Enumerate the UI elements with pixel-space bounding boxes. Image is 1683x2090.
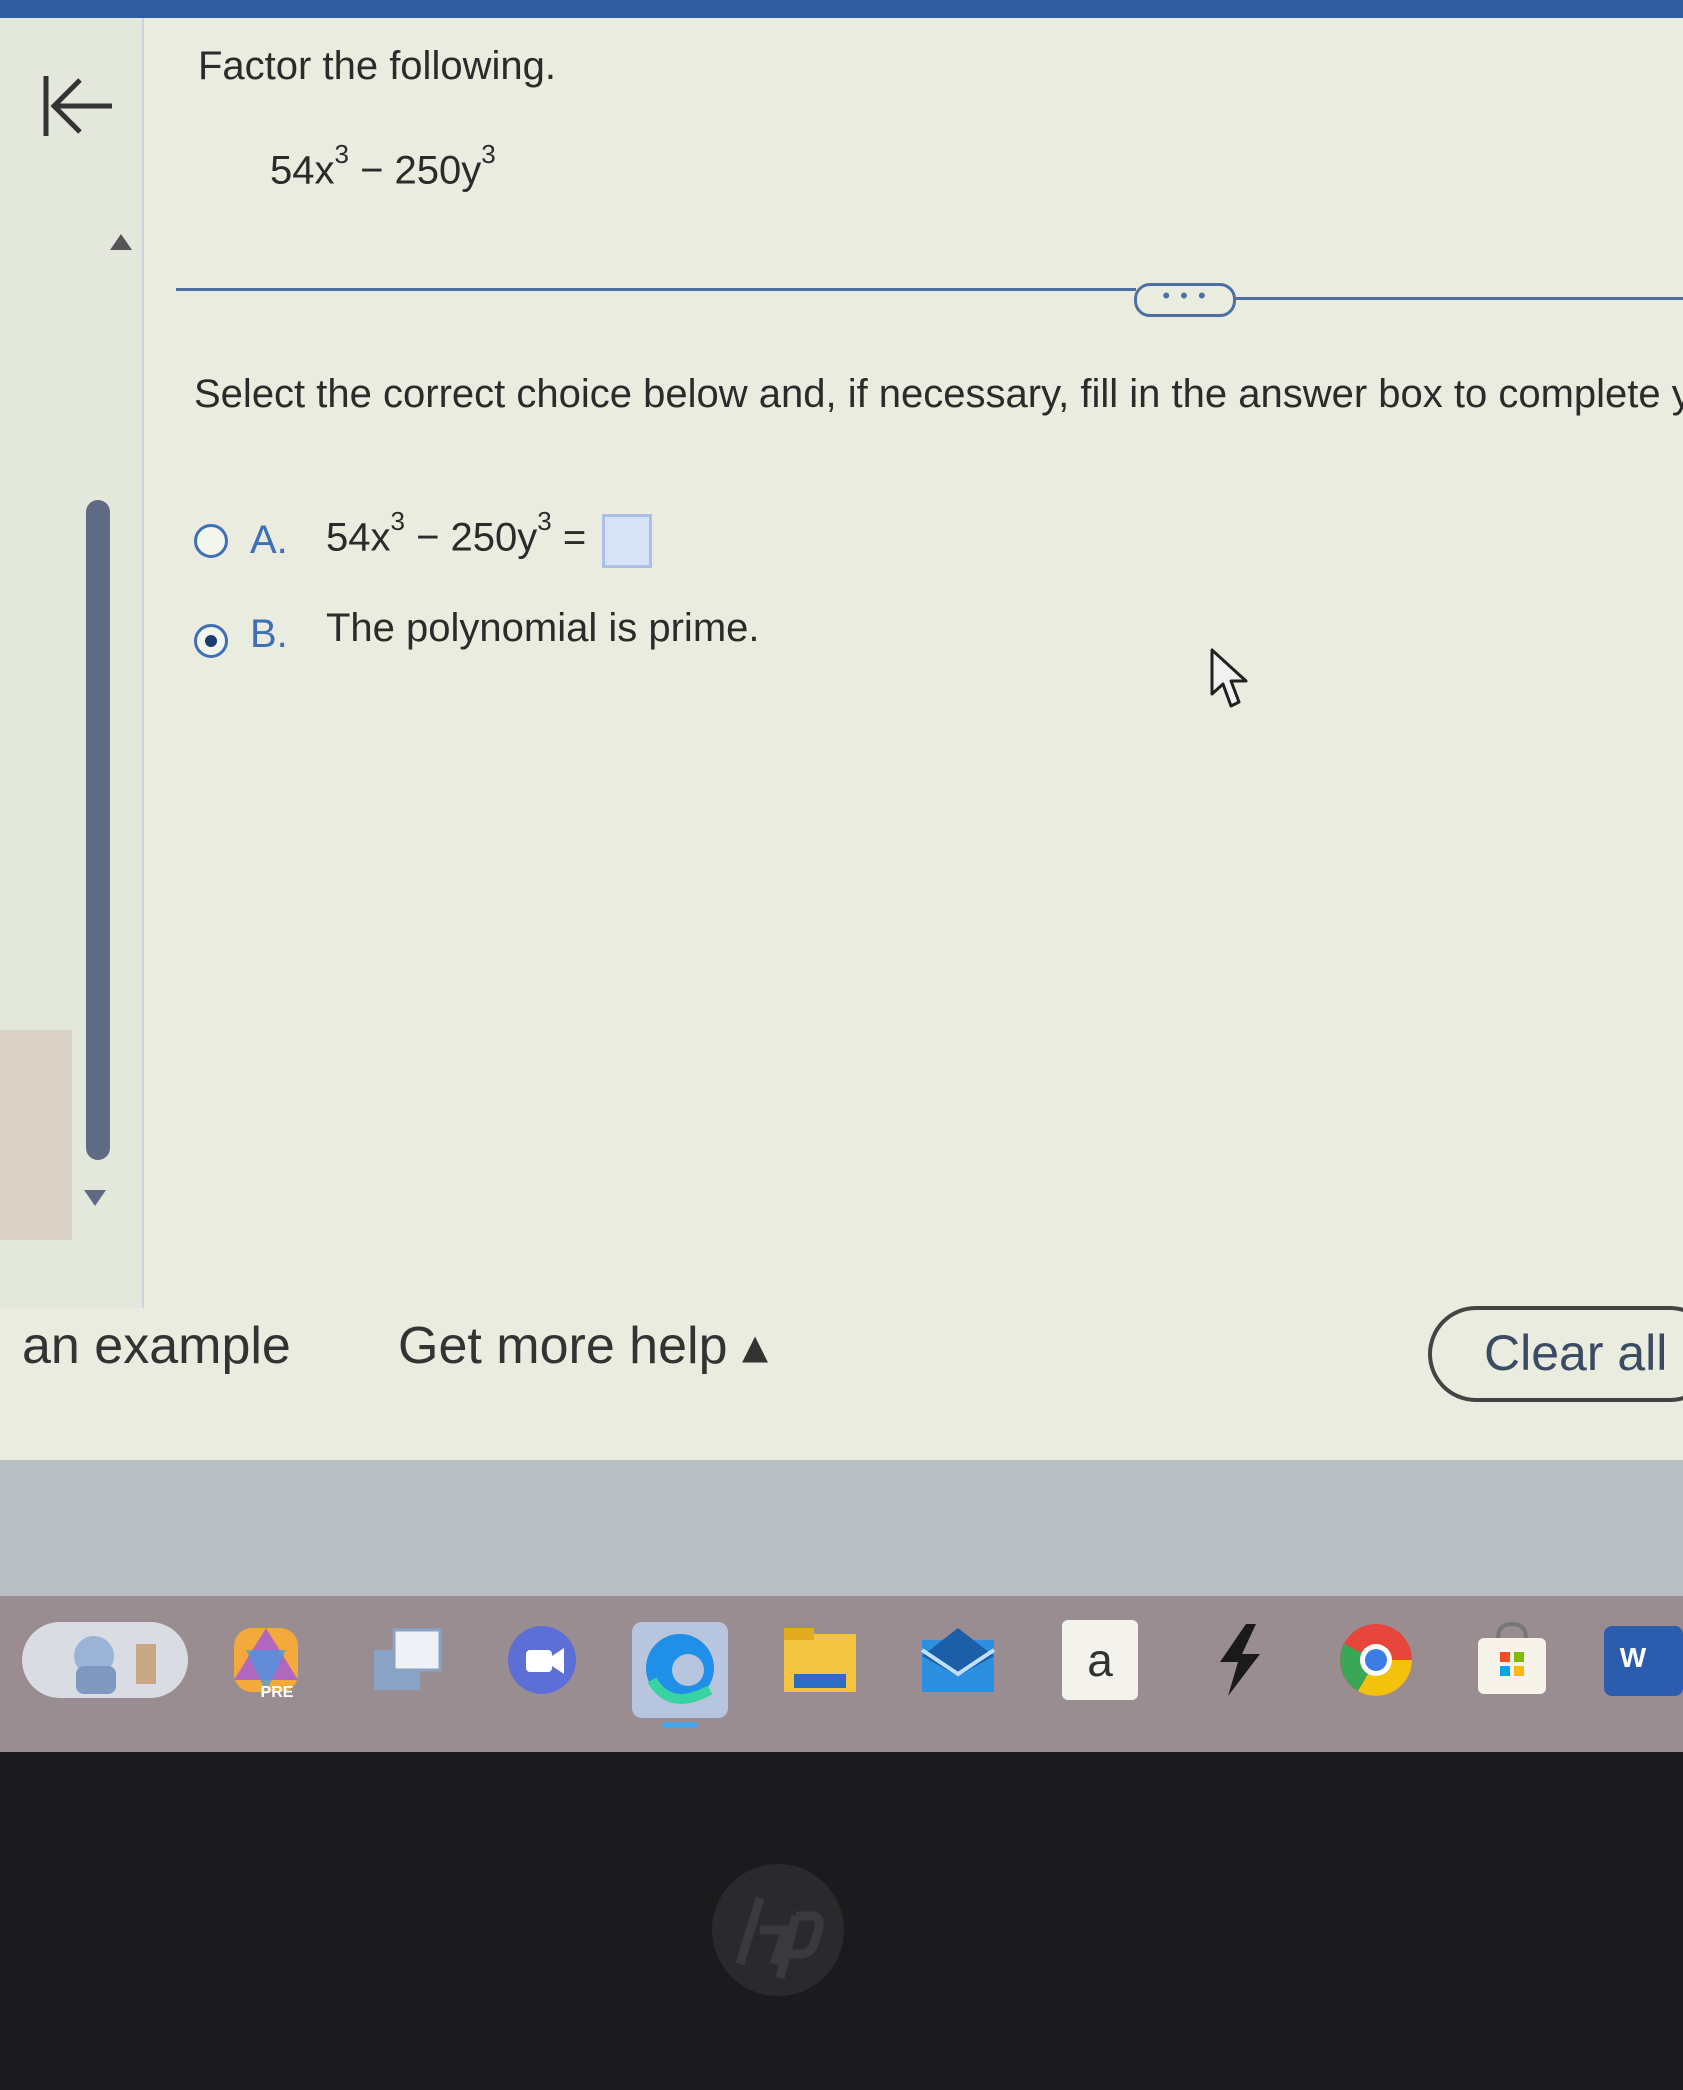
answer-input-box[interactable] (602, 514, 652, 568)
copilot-pre-badge: PRE (260, 1684, 294, 1701)
instruction-text: Select the correct choice below and, if … (194, 372, 1683, 416)
scrollbar-thumb[interactable] (86, 500, 110, 1160)
choice-a-term2: − 250y (404, 515, 538, 560)
expression-term1-exponent: 3 (334, 139, 349, 169)
hp-logo-icon (712, 1864, 844, 1996)
widgets-icon[interactable] (20, 1620, 190, 1700)
messenger-icon[interactable] (1200, 1620, 1280, 1700)
expression-term1: 54x (270, 148, 335, 193)
choice-b-letter[interactable]: B. (250, 612, 288, 657)
amazon-app-label: a (1087, 1634, 1113, 1686)
choice-a-term2-exponent: 3 (537, 506, 552, 536)
view-example-link[interactable]: an example (22, 1316, 291, 1376)
mail-icon[interactable] (918, 1620, 998, 1700)
choice-a-letter[interactable]: A. (250, 518, 288, 563)
more-options-button[interactable]: • • • (1134, 283, 1236, 317)
question-expression: 54x3 − 250y3 (270, 139, 496, 193)
expression-operator-term2: − 250y (348, 148, 482, 193)
choice-b-text[interactable]: The polynomial is prime. (326, 606, 760, 651)
clear-all-button[interactable]: Clear all (1428, 1306, 1683, 1402)
mouse-pointer-icon (1210, 648, 1248, 708)
page-bottom-band (0, 1460, 1683, 1596)
choice-a-term1: 54x (326, 515, 391, 560)
edge-browser-icon[interactable] (630, 1620, 730, 1730)
choice-a-radio[interactable] (194, 524, 228, 558)
choice-a-equals: = (551, 515, 587, 560)
get-more-help-link[interactable]: Get more help ▴ (398, 1316, 768, 1376)
radio-selected-dot (205, 635, 217, 647)
word-app-label: W (1619, 1642, 1647, 1673)
choice-b-radio-selected[interactable] (194, 624, 228, 658)
choice-a-expression: 54x3 − 250y3 = (326, 506, 587, 560)
back-to-start-icon[interactable] (40, 72, 116, 140)
scroll-down-arrow-icon[interactable] (82, 1188, 108, 1208)
choice-a-term1-exponent: 3 (390, 506, 405, 536)
question-title: Factor the following. (198, 44, 556, 88)
teams-chat-icon[interactable] (502, 1620, 582, 1700)
microsoft-store-icon[interactable] (1472, 1620, 1552, 1700)
chrome-icon[interactable] (1336, 1620, 1416, 1700)
app-screen: Factor the following. 54x3 − 250y3 • • •… (0, 0, 1683, 1752)
section-divider-right (1224, 297, 1683, 300)
task-view-icon[interactable] (366, 1620, 446, 1700)
file-explorer-icon[interactable] (780, 1620, 860, 1700)
window-top-edge (0, 0, 1683, 18)
section-divider (176, 288, 1136, 291)
expression-term2-exponent: 3 (481, 139, 496, 169)
background-smudge (0, 1030, 72, 1240)
scroll-up-arrow-icon[interactable] (108, 232, 134, 252)
